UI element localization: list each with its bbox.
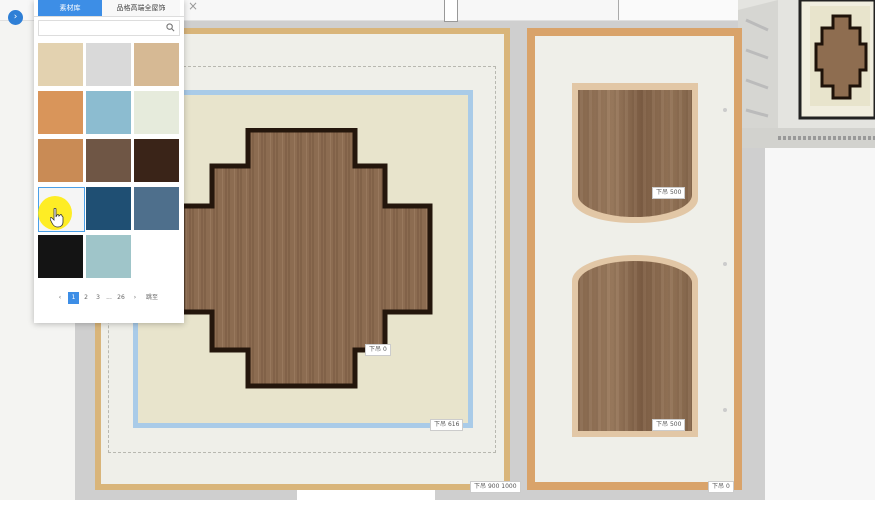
swatch-navy-blue[interactable] <box>86 187 131 230</box>
chevron-right-icon: › <box>13 12 18 22</box>
swatch-beige-fabric[interactable] <box>38 43 83 86</box>
panel-tabs: 素材库 品格高端全屋饰 <box>34 0 184 17</box>
height-tag-room-left[interactable]: 下吊 900 1000 <box>470 481 521 493</box>
swatch-striped-brown[interactable] <box>86 139 131 182</box>
page-3[interactable]: 3 <box>94 292 102 304</box>
tag-value: 616 <box>447 421 460 428</box>
tag-value: 0 <box>725 483 730 490</box>
tag-value: 500 <box>669 189 682 196</box>
height-tag-door-top[interactable]: 下吊 500 <box>652 187 686 199</box>
search-icon[interactable] <box>166 23 175 32</box>
page-2[interactable]: 2 <box>82 292 90 304</box>
page-1[interactable]: 1 <box>68 292 79 304</box>
minimap-preview <box>738 0 875 148</box>
minimap[interactable] <box>738 0 875 148</box>
anchor-dot[interactable] <box>723 108 727 112</box>
swatch-steel-blue[interactable] <box>134 187 179 230</box>
page-ellipsis: ... <box>106 294 112 301</box>
wall-marker <box>618 0 740 20</box>
swatch-light-wood[interactable] <box>134 43 179 86</box>
tag-label: 下吊 <box>712 483 725 490</box>
search-input[interactable] <box>38 20 180 36</box>
swatch-orange-wood[interactable] <box>38 91 83 134</box>
material-library-panel: 素材库 品格高端全屋饰 ‹ 1 2 3 ... 26 › 跳至 <box>34 0 184 323</box>
anchor-dot[interactable] <box>723 408 727 412</box>
swatch-white-quilted[interactable] <box>86 43 131 86</box>
swatch-pale-mint[interactable] <box>134 91 179 134</box>
tag-label: 下吊 <box>656 189 669 196</box>
height-tag-room-right[interactable]: 下吊 0 <box>708 481 734 493</box>
tag-label: 下吊 <box>474 483 487 490</box>
pagination: ‹ 1 2 3 ... 26 › 跳至 <box>34 292 184 306</box>
wood-panel-bottom[interactable] <box>578 261 692 431</box>
tag-label: 下吊 <box>434 421 447 428</box>
wall-marker <box>444 0 458 22</box>
swatch-tan-wood[interactable] <box>38 139 83 182</box>
tag-label: 下吊 <box>369 346 382 353</box>
tab-material-library[interactable]: 素材库 <box>38 0 102 16</box>
swatch-dark-walnut[interactable] <box>134 139 179 182</box>
cursor-pointer-icon <box>50 208 64 228</box>
jump-to-page[interactable]: 跳至 <box>144 292 160 304</box>
tag-value: 0 <box>382 346 387 353</box>
tag-label: 下吊 <box>656 421 669 428</box>
cross-floor-pattern[interactable] <box>180 128 435 390</box>
canvas-bottom-edge <box>0 500 875 505</box>
expand-panel-button[interactable]: › <box>8 10 23 25</box>
swatch-aqua-gray[interactable] <box>86 235 131 278</box>
next-page-button[interactable]: › <box>131 292 139 304</box>
anchor-dot[interactable] <box>723 262 727 266</box>
height-tag-inner[interactable]: 下吊 616 <box>430 419 464 431</box>
scrollbar-thumb[interactable] <box>297 490 435 500</box>
page-last[interactable]: 26 <box>115 292 127 304</box>
prev-page-button[interactable]: ‹ <box>56 292 64 304</box>
height-tag-door-bottom[interactable]: 下吊 500 <box>652 419 686 431</box>
tab-premium-decor[interactable]: 品格高端全屋饰 <box>102 0 180 16</box>
height-tag-center[interactable]: 下吊 0 <box>365 344 391 356</box>
canvas-margin <box>765 145 875 505</box>
tag-value: 900 1000 <box>487 483 517 490</box>
swatch-black[interactable] <box>38 235 83 278</box>
close-icon[interactable]: × <box>186 0 200 14</box>
tag-value: 500 <box>669 421 682 428</box>
swatch-sky-blue[interactable] <box>86 91 131 134</box>
